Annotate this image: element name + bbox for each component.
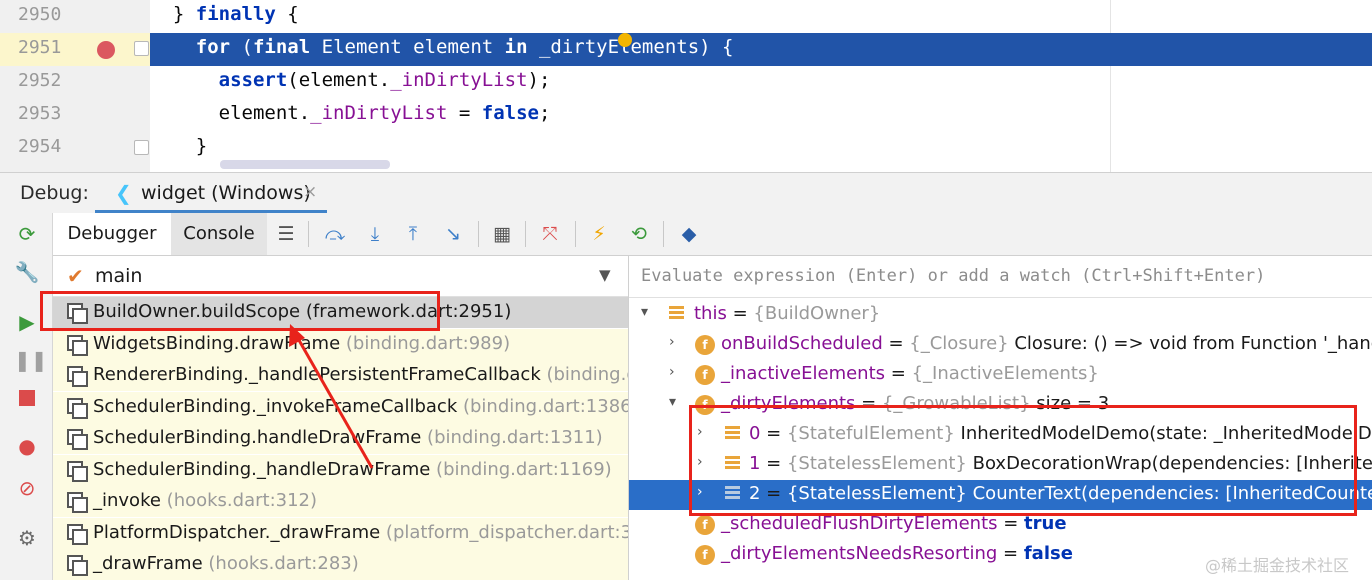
annotation-arrow <box>289 324 374 469</box>
watermark: @稀土掘金技术社区 <box>1205 556 1350 575</box>
